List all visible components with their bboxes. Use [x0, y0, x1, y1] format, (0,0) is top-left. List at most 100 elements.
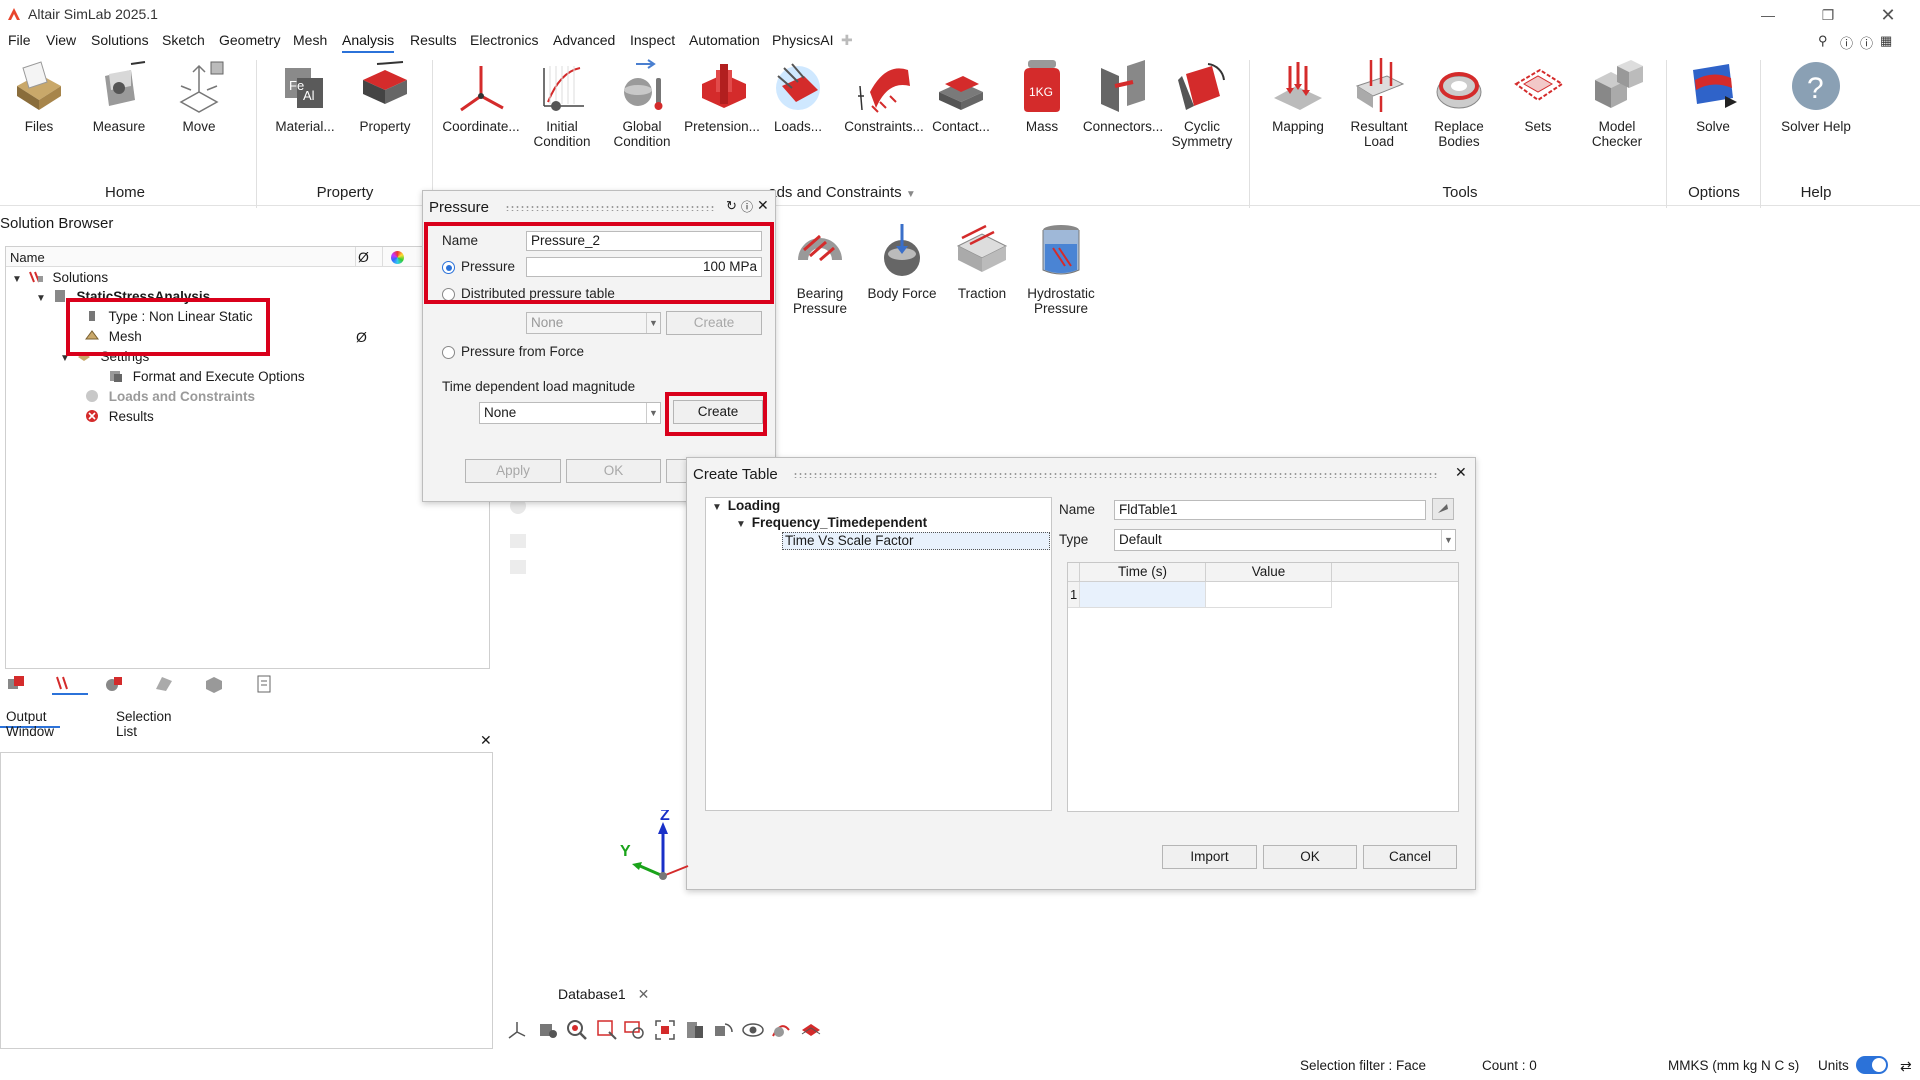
tab-script-browser[interactable]: [252, 673, 288, 695]
menu-file[interactable]: File: [8, 32, 31, 48]
database-tab[interactable]: Database1 ✕: [558, 986, 649, 1003]
fit-all-icon[interactable]: [653, 1018, 677, 1042]
import-button[interactable]: Import: [1162, 845, 1257, 869]
drag-handle[interactable]: [505, 205, 715, 211]
hydrostatic-pressure-button[interactable]: Hydrostatic Pressure: [1020, 220, 1102, 316]
close-window-button[interactable]: ✕: [1868, 4, 1908, 26]
loads-button[interactable]: Loads...: [766, 56, 830, 134]
tab-group-browser[interactable]: [102, 673, 138, 695]
tab-output-window[interactable]: Output Window: [0, 706, 61, 739]
zoom-icon[interactable]: [565, 1018, 589, 1042]
time-dependent-select[interactable]: None ▼: [479, 402, 661, 424]
replace-bodies-button[interactable]: Replace Bodies: [1426, 56, 1492, 149]
coordinate-button[interactable]: Coordinate...: [438, 56, 524, 134]
bearing-pressure-button[interactable]: Bearing Pressure: [780, 220, 860, 316]
menu-inspect[interactable]: Inspect: [630, 32, 675, 48]
viewport-tool-icon[interactable]: [510, 534, 526, 548]
collapse-icon[interactable]: ▼: [736, 519, 748, 530]
info-icon[interactable]: ⓘ: [1860, 33, 1873, 52]
create-table-button-disabled[interactable]: Create: [666, 311, 762, 335]
menu-sketch[interactable]: Sketch: [162, 32, 205, 48]
menu-physicsai[interactable]: PhysicsAI: [772, 32, 833, 48]
table-ok-button[interactable]: OK: [1263, 845, 1357, 869]
mass-button[interactable]: 1KG Mass: [1012, 56, 1072, 134]
pressure-table-select[interactable]: None ▼: [526, 312, 661, 334]
tree-results[interactable]: Results: [84, 409, 154, 427]
files-button[interactable]: Files: [6, 56, 72, 134]
apply-button[interactable]: Apply: [465, 459, 561, 483]
mesh-suppress-icon[interactable]: Ø: [356, 329, 367, 345]
eye-icon[interactable]: [741, 1018, 765, 1042]
menu-automation[interactable]: Automation: [689, 32, 760, 48]
tab-solution-browser[interactable]: [52, 673, 88, 695]
table-type-select[interactable]: Default ▼: [1114, 529, 1456, 551]
global-condition-button[interactable]: Global Condition: [610, 56, 674, 149]
sets-button[interactable]: Sets: [1506, 56, 1570, 134]
tab-entities-browser[interactable]: [202, 673, 238, 695]
close-icon[interactable]: ✕: [1455, 464, 1467, 481]
help-icon[interactable]: ⓘ: [741, 198, 753, 215]
menu-mesh[interactable]: Mesh: [293, 32, 327, 48]
collapse-icon[interactable]: ▼: [12, 274, 24, 285]
tab-results-browser[interactable]: [152, 673, 188, 695]
ok-button[interactable]: OK: [566, 459, 661, 483]
cyclic-symmetry-button[interactable]: Cyclic Symmetry: [1168, 56, 1236, 149]
output-window-panel[interactable]: [0, 752, 493, 1049]
pick-icon[interactable]: [1432, 498, 1454, 520]
table-name-input[interactable]: FldTable1: [1114, 500, 1426, 520]
move-button[interactable]: Move: [166, 56, 232, 134]
restore-button[interactable]: ❐: [1808, 4, 1848, 26]
column-time[interactable]: Time (s): [1080, 563, 1206, 582]
pretension-button[interactable]: Pretension...: [682, 56, 762, 134]
constraints-button[interactable]: Constraints...: [840, 56, 928, 134]
model-checker-button[interactable]: Model Checker: [1584, 56, 1650, 149]
initial-condition-button[interactable]: Initial Condition: [530, 56, 594, 149]
add-menu-icon[interactable]: ✚: [841, 32, 853, 49]
pressure-from-force-radio[interactable]: [442, 346, 455, 359]
render-icon[interactable]: [769, 1018, 793, 1042]
property-button[interactable]: Property: [350, 56, 420, 134]
connectors-button[interactable]: Connectors...: [1078, 56, 1168, 134]
solver-help-button[interactable]: ? Solver Help: [1772, 56, 1860, 134]
column-name[interactable]: Name: [10, 250, 45, 265]
tree-loading[interactable]: ▼ Loading: [712, 498, 780, 516]
zoom-box-icon[interactable]: [595, 1018, 619, 1042]
tab-selection-list[interactable]: Selection List: [110, 706, 178, 739]
drag-handle[interactable]: [793, 472, 1439, 478]
collapse-icon[interactable]: ▼: [712, 502, 724, 513]
cell-value[interactable]: [1206, 582, 1332, 608]
cell-time[interactable]: [1080, 582, 1206, 608]
column-value[interactable]: Value: [1206, 563, 1332, 582]
zoom-area-icon[interactable]: [623, 1018, 647, 1042]
material-button[interactable]: Fe Al Material...: [270, 56, 340, 134]
menu-electronics[interactable]: Electronics: [470, 32, 538, 48]
viewport-tool-icon[interactable]: [510, 560, 526, 574]
contact-button[interactable]: Contact...: [928, 56, 994, 134]
tree-solutions[interactable]: ▼ Solutions: [12, 270, 108, 288]
menu-advanced[interactable]: Advanced: [553, 32, 615, 48]
reset-icon[interactable]: ↻: [726, 198, 737, 214]
fit-view-icon[interactable]: [535, 1018, 559, 1042]
table-cancel-button[interactable]: Cancel: [1363, 845, 1457, 869]
traction-button[interactable]: Traction: [942, 220, 1022, 301]
minimize-button[interactable]: —: [1748, 4, 1788, 26]
solve-button[interactable]: Solve: [1680, 56, 1746, 134]
search-icon[interactable]: ⚲: [1818, 33, 1828, 49]
tree-format-execute[interactable]: Format and Execute Options: [108, 369, 305, 387]
table-grid[interactable]: Time (s) Value 1: [1067, 562, 1459, 812]
rotate-icon[interactable]: [711, 1018, 735, 1042]
tree-frequency-timedependent[interactable]: ▼ Frequency_Timedependent: [736, 515, 927, 533]
close-output-icon[interactable]: ✕: [480, 732, 492, 749]
menu-results[interactable]: Results: [410, 32, 457, 48]
resultant-load-button[interactable]: Resultant Load: [1346, 56, 1412, 149]
mapping-button[interactable]: Mapping: [1266, 56, 1330, 134]
book-icon[interactable]: ▦: [1880, 33, 1892, 49]
collapse-icon[interactable]: ▼: [36, 293, 48, 304]
body-force-button[interactable]: Body Force: [862, 220, 942, 301]
units-system-status[interactable]: MMKS (mm kg N C s): [1668, 1058, 1799, 1073]
tree-time-vs-scale-factor[interactable]: Time Vs Scale Factor: [782, 532, 1050, 550]
selection-filter-status[interactable]: Selection filter : Face: [1300, 1058, 1426, 1073]
close-icon[interactable]: ✕: [757, 197, 769, 214]
column-suppress[interactable]: Ø: [358, 249, 369, 265]
tree-loads-constraints[interactable]: Loads and Constraints: [84, 389, 255, 407]
